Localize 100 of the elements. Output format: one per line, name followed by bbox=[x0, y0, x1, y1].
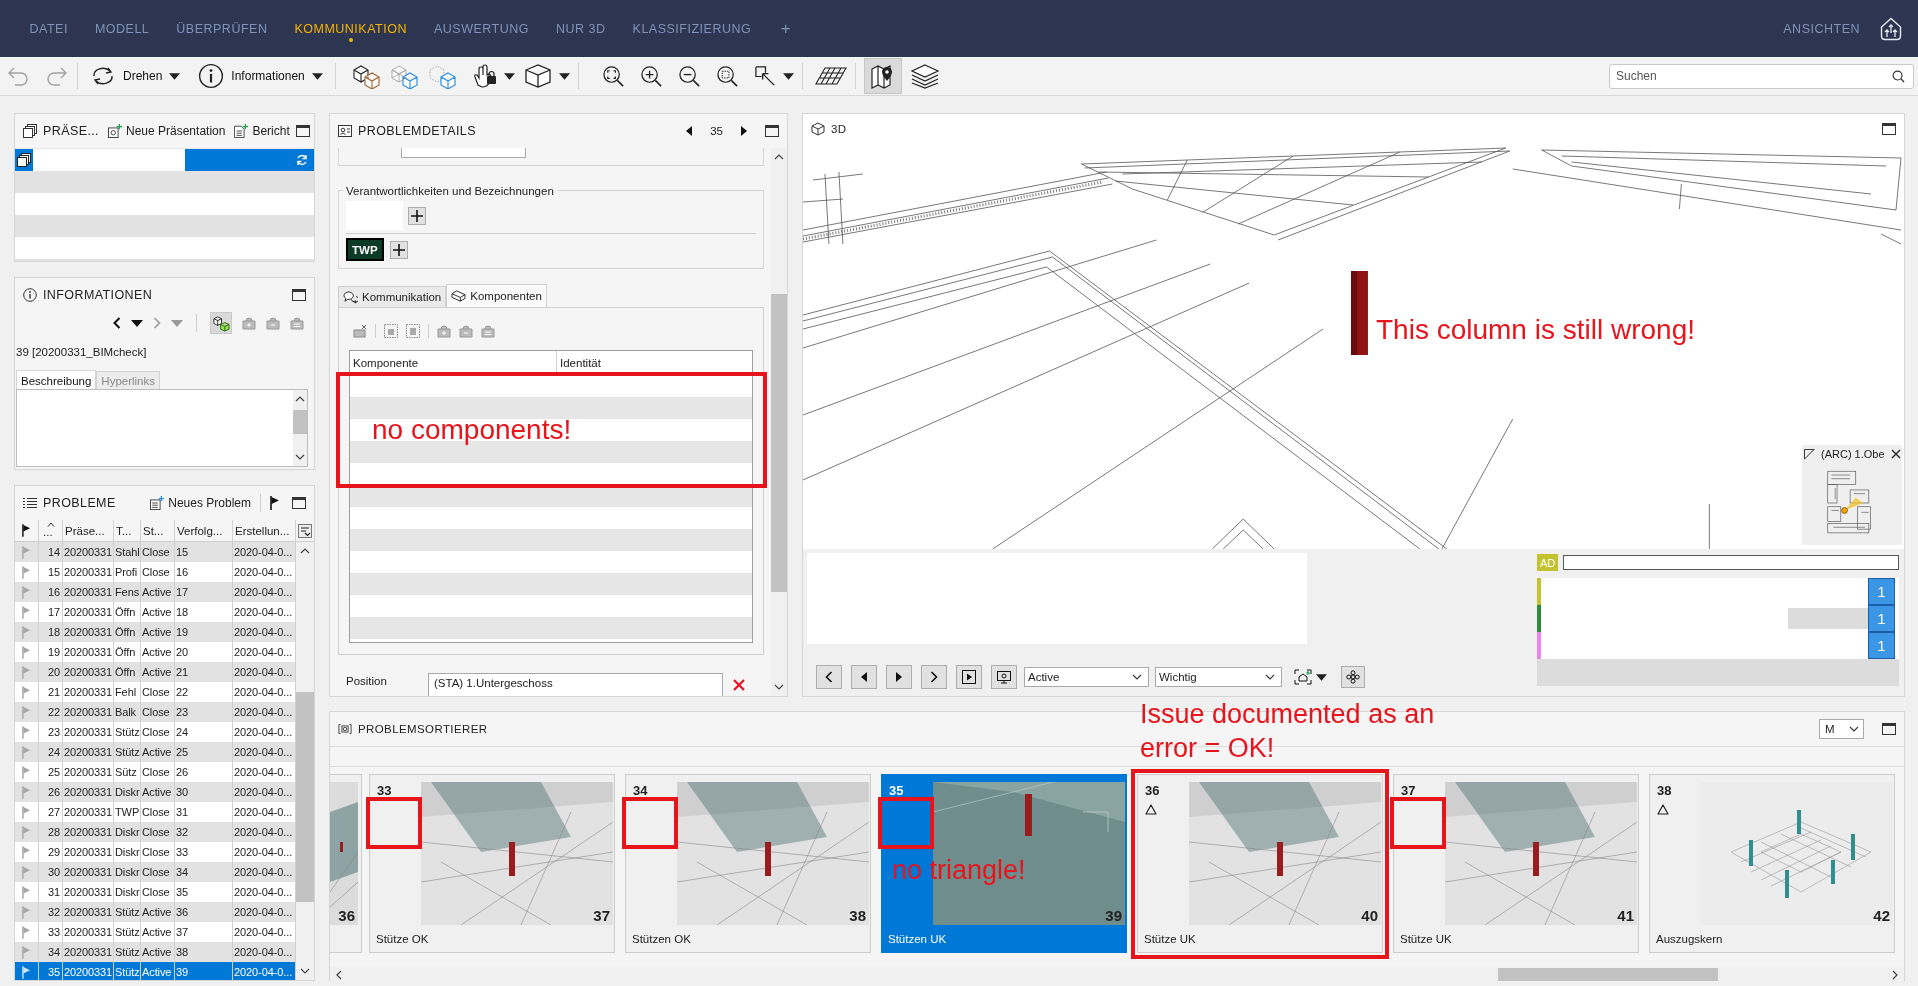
issue-card[interactable]: 38 42 Auszugskern bbox=[1649, 774, 1895, 953]
search-field[interactable]: Suchen bbox=[1609, 63, 1914, 89]
scroll-thumb[interactable] bbox=[1498, 968, 1718, 981]
next-button[interactable] bbox=[886, 665, 912, 689]
problem-row[interactable]: 18 20200331 Öffn Active 19 2020-04-0... bbox=[15, 622, 296, 642]
frame-house-icon[interactable] bbox=[1294, 669, 1312, 685]
add-button[interactable] bbox=[408, 206, 426, 225]
name-field[interactable] bbox=[33, 149, 185, 171]
caret-icon[interactable] bbox=[503, 72, 515, 80]
window-icon[interactable] bbox=[1882, 123, 1896, 135]
views-menu-button[interactable]: ANSICHTEN bbox=[1777, 21, 1866, 36]
zoom-fit-icon[interactable] bbox=[601, 64, 625, 88]
problem-row[interactable]: 15 20200331 Profi Close 16 2020-04-0... bbox=[15, 562, 296, 582]
menu-tab[interactable]: AUSWERTUNG bbox=[420, 0, 543, 57]
caret-right-icon[interactable] bbox=[741, 126, 747, 136]
tab[interactable]: Kommunikation bbox=[338, 286, 447, 307]
column-header[interactable]: Erstellun... bbox=[233, 520, 296, 541]
scroll-up-icon[interactable] bbox=[774, 154, 784, 160]
window-icon[interactable] bbox=[292, 289, 306, 301]
minimap[interactable]: (ARC) 1.Obe bbox=[1802, 445, 1902, 545]
scrollbar[interactable] bbox=[330, 967, 1904, 982]
tray-x-icon[interactable] bbox=[353, 324, 367, 338]
first-button[interactable] bbox=[816, 665, 842, 689]
information-button[interactable]: Informationen bbox=[194, 61, 327, 91]
problem-row[interactable]: 32 20200331 Stütz Active 36 2020-04-0... bbox=[15, 902, 296, 922]
menu-tab[interactable]: KLASSIFIZIERUNG bbox=[619, 0, 765, 57]
problem-row[interactable]: 33 20200331 Stütz Active 37 2020-04-0... bbox=[15, 922, 296, 942]
menu-tab[interactable]: DATEI bbox=[16, 0, 82, 57]
scrollbar[interactable] bbox=[293, 390, 307, 466]
caret-icon[interactable] bbox=[782, 72, 794, 80]
problem-row[interactable]: 16 20200331 Fens Active 17 2020-04-0... bbox=[15, 582, 296, 602]
column-header[interactable]: Verfolg... bbox=[175, 520, 233, 541]
problem-row[interactable]: 34 20200331 Stütz Active 38 2020-04-0... bbox=[15, 942, 296, 962]
scroll-left-icon[interactable] bbox=[336, 969, 342, 980]
map-toggle[interactable] bbox=[863, 58, 902, 94]
status-dropdown[interactable]: Active bbox=[1024, 667, 1149, 687]
layers-icon[interactable] bbox=[909, 63, 940, 89]
scroll-thumb[interactable] bbox=[293, 410, 307, 434]
column-chooser-icon[interactable] bbox=[298, 523, 312, 538]
present-button[interactable] bbox=[991, 665, 1017, 689]
house-icon[interactable] bbox=[1880, 16, 1902, 41]
problem-row[interactable]: 22 20200331 Balk Close 23 2020-04-0... bbox=[15, 702, 296, 722]
scroll-up-icon[interactable] bbox=[300, 548, 310, 554]
position-field[interactable]: (STA) 1.Untergeschoss bbox=[428, 673, 723, 696]
select-cursor-icon[interactable] bbox=[753, 64, 777, 88]
cube-icon[interactable] bbox=[522, 63, 553, 89]
caret-icon[interactable] bbox=[1316, 673, 1327, 681]
problem-row[interactable]: 31 20200331 Diskr Close 35 2020-04-0... bbox=[15, 882, 296, 902]
caret-icon[interactable] bbox=[311, 72, 323, 80]
corner-icon[interactable] bbox=[1804, 448, 1815, 460]
issue-card[interactable]: 33 37 Stütze OK bbox=[369, 774, 615, 953]
menu-tab[interactable]: ÜBERPRÜFEN bbox=[162, 0, 281, 57]
column-header[interactable]: ... bbox=[39, 520, 63, 541]
caret-icon[interactable] bbox=[131, 319, 143, 327]
window-icon[interactable] bbox=[292, 497, 306, 509]
problem-row[interactable]: 25 20200331 Sütz Close 26 2020-04-0... bbox=[15, 762, 296, 782]
tab[interactable]: Komponenten bbox=[446, 284, 547, 307]
problem-row[interactable]: 19 20200331 Öffn Active 20 2020-04-0... bbox=[15, 642, 296, 662]
issue-card[interactable]: 36 bbox=[330, 774, 362, 953]
problem-row[interactable]: 26 20200331 Diskr Active 30 2020-04-0... bbox=[15, 782, 296, 802]
markup-button[interactable] bbox=[1341, 666, 1365, 688]
close-icon[interactable] bbox=[1890, 449, 1901, 459]
text-field[interactable] bbox=[401, 148, 526, 158]
tag[interactable]: TWP bbox=[346, 238, 384, 261]
dashed-select-icon[interactable] bbox=[384, 324, 398, 338]
priority-dropdown[interactable]: Wichtig bbox=[1155, 667, 1282, 687]
scroll-down-icon[interactable] bbox=[774, 684, 784, 690]
column-header[interactable]: Präse... bbox=[63, 520, 114, 541]
problem-row[interactable]: 20 20200331 Öffn Active 21 2020-04-0... bbox=[15, 662, 296, 682]
scroll-thumb[interactable] bbox=[771, 294, 787, 592]
problem-row[interactable]: 29 20200331 Diskr Close 33 2020-04-0... bbox=[15, 842, 296, 862]
last-button[interactable] bbox=[921, 665, 947, 689]
caret-icon[interactable] bbox=[558, 72, 570, 80]
window-icon[interactable] bbox=[765, 125, 779, 137]
column-header[interactable]: T... bbox=[114, 520, 141, 541]
scroll-down-icon[interactable] bbox=[295, 454, 305, 460]
description-field[interactable] bbox=[16, 389, 308, 467]
search-icon[interactable] bbox=[1892, 69, 1905, 83]
window-icon[interactable] bbox=[295, 125, 310, 137]
problem-row[interactable]: 17 20200331 Öffn Active 18 2020-04-0... bbox=[15, 602, 296, 622]
menu-tab[interactable]: NUR 3D bbox=[542, 0, 620, 57]
delete-icon[interactable] bbox=[733, 679, 745, 691]
scrollbar[interactable] bbox=[771, 148, 787, 696]
rotate-button[interactable]: Drehen bbox=[86, 61, 185, 91]
menu-tab[interactable]: MODELL bbox=[81, 0, 163, 57]
window-icon[interactable] bbox=[1882, 723, 1896, 735]
refresh-icon[interactable] bbox=[296, 154, 308, 166]
caret-left-icon[interactable] bbox=[686, 126, 693, 136]
problem-row[interactable]: 27 20200331 TWP Close 31 2020-04-0... bbox=[15, 802, 296, 822]
tab[interactable]: Beschreibung bbox=[16, 370, 97, 390]
report-button[interactable]: Bericht bbox=[234, 124, 290, 138]
zoom-out-icon[interactable] bbox=[677, 64, 701, 88]
previous-button[interactable] bbox=[851, 665, 877, 689]
scroll-right-icon[interactable] bbox=[1892, 969, 1898, 980]
chevron-left-icon[interactable] bbox=[113, 317, 121, 329]
dashed-select-icon[interactable] bbox=[406, 324, 420, 338]
problem-row[interactable]: 23 20200331 Stütz Close 24 2020-04-0... bbox=[15, 722, 296, 742]
presentation-row[interactable] bbox=[15, 149, 314, 171]
menu-tab[interactable]: KOMMUNIKATION bbox=[280, 0, 421, 57]
scrollbar[interactable] bbox=[296, 542, 314, 980]
